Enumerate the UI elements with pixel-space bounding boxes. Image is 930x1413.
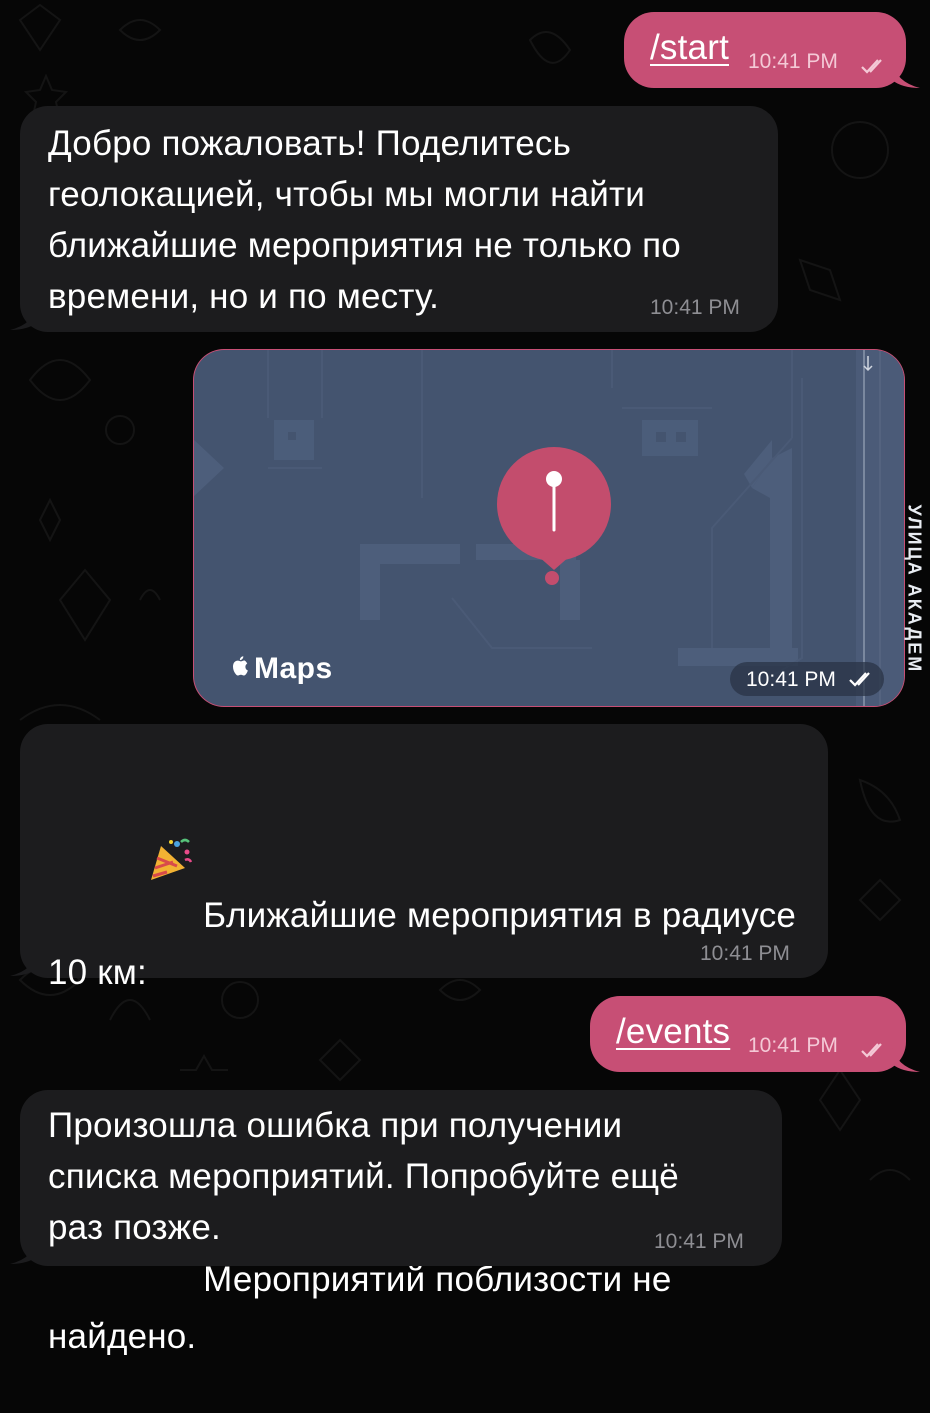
outgoing-location-message[interactable]: Maps УЛИЦА АКАДЕМ 10:41 PM (192, 348, 925, 708)
bubble-tail (10, 950, 38, 976)
message-time: 10:41 PM (654, 1230, 744, 1253)
party-popper-icon (88, 787, 194, 947)
bubble-tail (892, 1046, 920, 1072)
message-time: 10:41 PM (746, 668, 836, 691)
incoming-message-error[interactable]: Произошла ошибка при получении списка ме… (10, 1090, 782, 1266)
read-icon (849, 672, 870, 687)
message-time: 10:41 PM (748, 1034, 838, 1057)
outgoing-message-events[interactable]: /events 10:41 PM (590, 996, 920, 1072)
message-text-block: Ближайшие мероприятия в радиусе 10 км: М… (48, 736, 818, 1413)
time-badge: 10:41 PM (730, 662, 884, 696)
incoming-message-welcome[interactable]: Добро пожаловать! Поделитесь геолокацией… (10, 106, 778, 332)
apple-maps-logo-icon (233, 656, 248, 676)
maps-label: Maps (254, 652, 333, 685)
bubble-tail (10, 304, 38, 330)
command-text[interactable]: /events (616, 1006, 730, 1057)
message-text: Добро пожаловать! Поделитесь геолокацией… (48, 124, 681, 316)
command-text[interactable]: /start (650, 22, 729, 73)
message-time: 10:41 PM (700, 942, 790, 965)
read-icon (861, 1043, 882, 1058)
bubble-tail (10, 1238, 38, 1264)
outgoing-message-start[interactable]: /start 10:41 PM (624, 12, 920, 88)
bubble-tail (892, 62, 920, 88)
incoming-message-nearby-events[interactable]: Ближайшие мероприятия в радиусе 10 км: М… (10, 724, 828, 1356)
read-icon (861, 59, 882, 74)
message-time: 10:41 PM (748, 50, 838, 73)
street-label: УЛИЦА АКАДЕМ (904, 504, 925, 674)
message-time: 10:41 PM (650, 296, 740, 319)
